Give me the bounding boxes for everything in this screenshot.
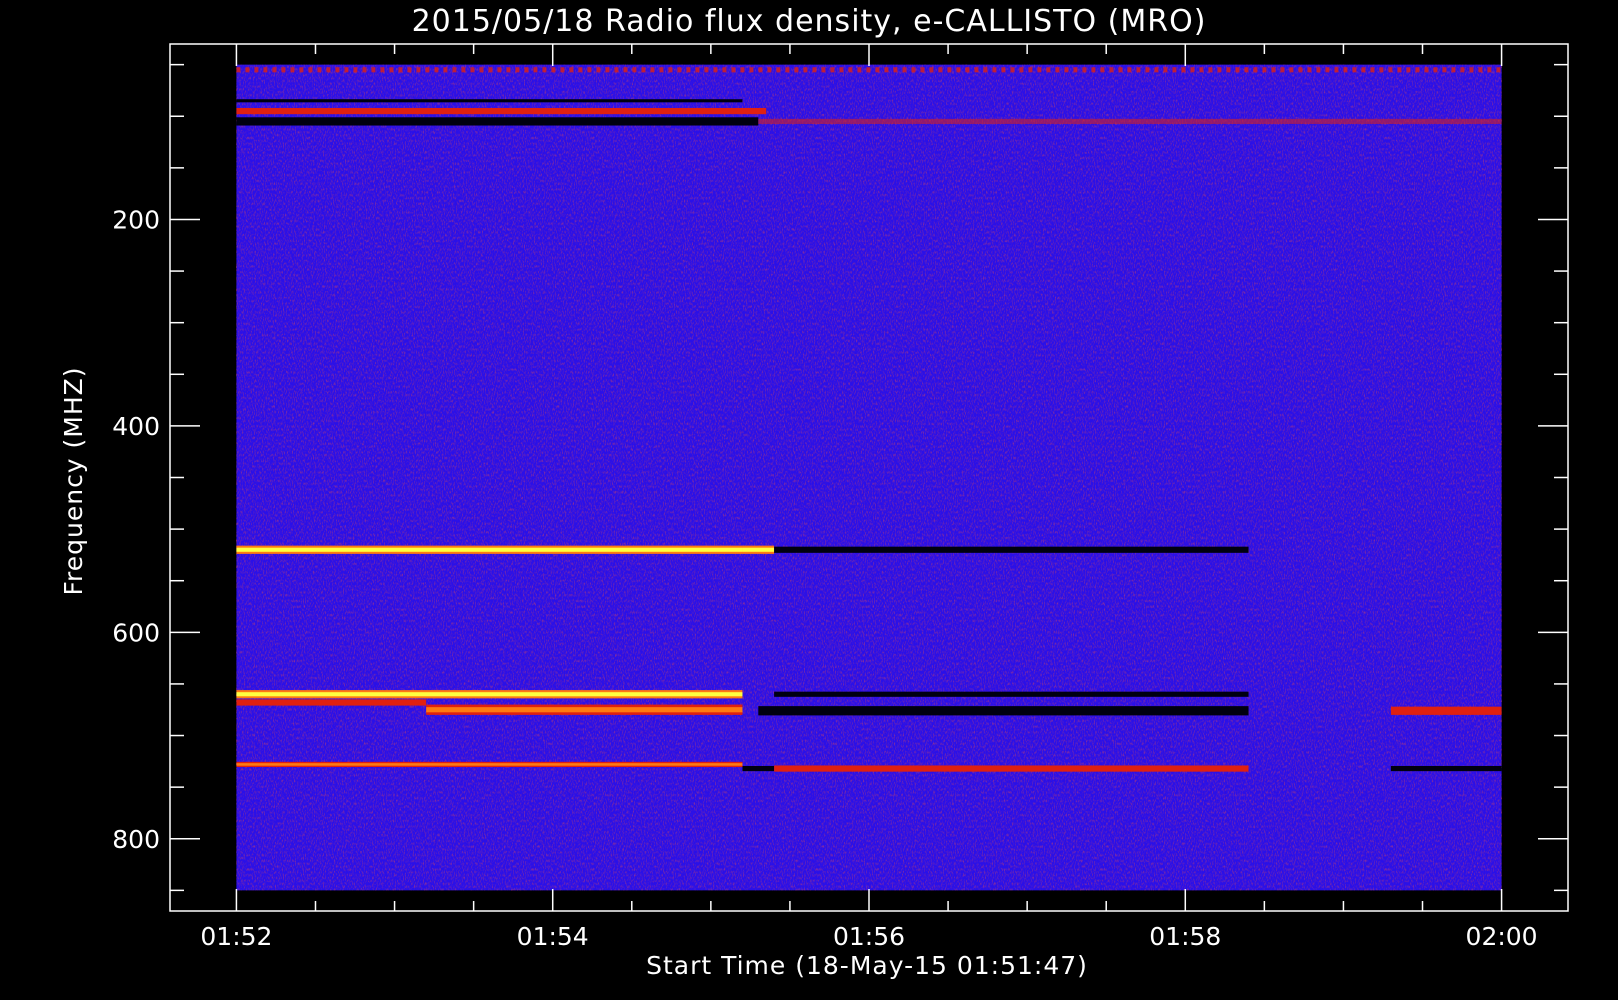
band-16 — [774, 765, 1249, 772]
band-4 — [758, 118, 1502, 124]
x-tick-label: 02:00 — [1466, 922, 1538, 951]
band-2 — [236, 107, 767, 115]
y-tick-label: 200 — [112, 205, 160, 234]
y-tick-label: 800 — [112, 825, 160, 854]
x-tick-label: 01:56 — [833, 922, 905, 951]
band-12 — [758, 706, 1249, 716]
y-axis-label: Frequency (MHZ) — [59, 366, 88, 595]
band-13 — [1390, 706, 1502, 715]
band-1 — [236, 99, 743, 103]
spectrogram-chart: 2015/05/18 Radio flux density, e-CALLIST… — [59, 4, 1569, 980]
y-tick-label: 400 — [112, 412, 160, 441]
band-17 — [1390, 765, 1502, 772]
chart-title: 2015/05/18 Radio flux density, e-CALLIST… — [412, 4, 1207, 39]
band-core-5 — [236, 547, 743, 552]
x-tick-label: 01:54 — [517, 922, 589, 951]
band-core-6 — [742, 547, 775, 552]
band-11 — [774, 691, 1249, 697]
x-tick-label: 01:52 — [200, 922, 272, 951]
band-3 — [236, 117, 759, 126]
y-tick-label: 600 — [112, 618, 160, 647]
x-tick-label: 01:58 — [1149, 922, 1221, 951]
band-core-14 — [236, 763, 743, 766]
band-7 — [774, 546, 1249, 553]
x-axis-label: Start Time (18-May-15 01:51:47) — [646, 951, 1088, 980]
plot-area — [236, 64, 1502, 891]
band-0 — [236, 67, 1501, 73]
band-core-8 — [236, 692, 743, 697]
band-core-9 — [426, 707, 743, 713]
band-10 — [236, 699, 427, 706]
band-15 — [742, 765, 775, 772]
